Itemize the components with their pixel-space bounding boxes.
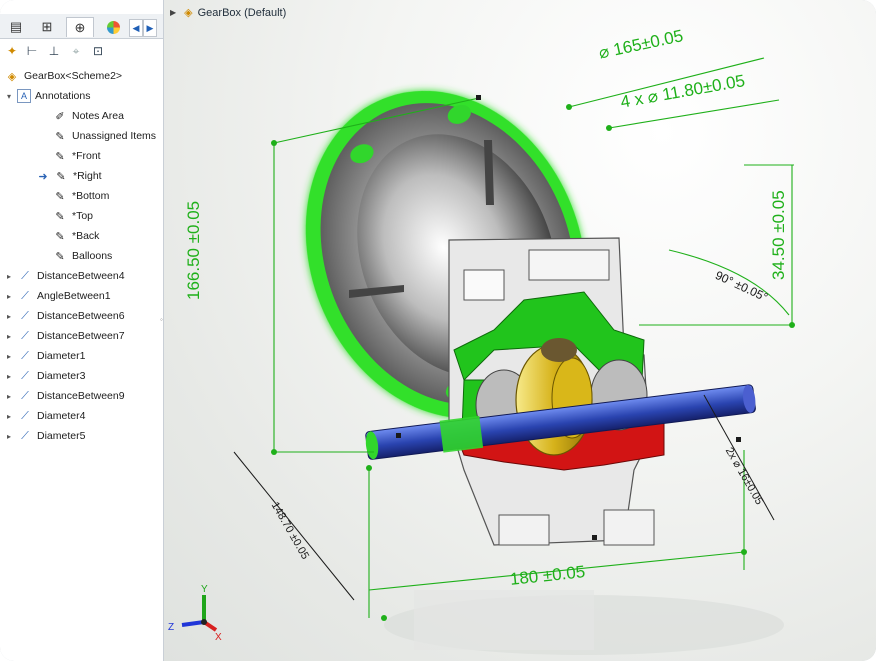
annotation-view-icon: ✎ xyxy=(55,130,65,143)
dimension-label: Diameter5 xyxy=(37,430,86,442)
annotation-view-icon: ✎ xyxy=(56,170,66,183)
dimension-offset[interactable]: 34.50 ±0.05 xyxy=(769,190,789,280)
tree-item-dimension[interactable]: ▸ ⟋ Diameter3 xyxy=(4,366,85,386)
property-manager-tab-icon[interactable]: ⊞ xyxy=(33,17,61,37)
auto-dimension-scheme-icon[interactable]: ✦ xyxy=(4,43,20,59)
manager-tabs: ▤ ⊞ ⊕ ◀ ▶ xyxy=(0,14,163,39)
annotation-item[interactable]: ✎ Unassigned Items xyxy=(52,126,156,146)
dimxpert-manager-tab-icon[interactable]: ⊕ xyxy=(66,17,94,37)
datum-icon[interactable]: ⊥ xyxy=(46,43,62,59)
dimension-label: DistanceBetween9 xyxy=(37,390,125,402)
annotations-label: Annotations xyxy=(35,90,91,102)
expand-icon[interactable]: ▸ xyxy=(4,352,14,361)
dimension-icon: ⟋ xyxy=(21,329,29,342)
dimension-label: AngleBetween1 xyxy=(37,290,111,302)
tree-item-dimension[interactable]: ▸ ⟋ DistanceBetween7 xyxy=(4,326,125,346)
tree-item-dimension[interactable]: ▸ ⟋ Diameter1 xyxy=(4,346,85,366)
tab-scroll-right-icon[interactable]: ▶ xyxy=(143,19,157,37)
housing-top xyxy=(528,249,610,281)
housing-foot xyxy=(603,509,655,546)
model-view: Y Z X xyxy=(168,57,795,655)
expand-icon[interactable]: ▸ xyxy=(4,372,14,381)
tree-item-dimension[interactable]: ▸ ⟋ DistanceBetween6 xyxy=(4,306,125,326)
tab-scroll-left-icon[interactable]: ◀ xyxy=(129,19,143,37)
tree-item-annotations[interactable]: ▾ A Annotations xyxy=(4,86,90,106)
tolerance-status-icon[interactable]: ⊡ xyxy=(90,43,106,59)
dimension-icon: ⟋ xyxy=(21,349,29,362)
dimension-label: Diameter3 xyxy=(37,370,86,382)
dimension-icon: ⟋ xyxy=(21,429,29,442)
annotation-item[interactable]: ✎ *Back xyxy=(52,226,99,246)
expand-icon[interactable]: ▸ xyxy=(4,392,14,401)
annotation-label: *Right xyxy=(73,170,102,182)
balloons-icon: ✎ xyxy=(55,250,65,263)
collapse-icon[interactable]: ▾ xyxy=(4,92,14,101)
expand-icon[interactable]: ▸ xyxy=(4,292,14,301)
annotation-item[interactable]: ✎ *Bottom xyxy=(52,186,109,206)
assembly-icon: ◈ xyxy=(7,70,17,83)
dimension-icon: ⟋ xyxy=(21,409,29,422)
shaft-highlight xyxy=(439,415,484,453)
size-dimension-icon[interactable]: ⊢ xyxy=(24,43,40,59)
dimxpert-toolbar: ✦ ⊢ ⊥ ⌖ ⊡ xyxy=(0,40,163,62)
y-axis-label: Y xyxy=(201,584,208,595)
annotation-label: *Bottom xyxy=(72,190,110,202)
notes-area-icon: ✐ xyxy=(55,110,65,123)
x-axis-label: X xyxy=(215,632,222,643)
tree-root[interactable]: ◈ GearBox<Scheme2> xyxy=(4,66,122,86)
annotation-item[interactable]: ✎ *Top xyxy=(52,206,93,226)
annotation-label: Notes Area xyxy=(72,110,124,122)
reflection-shape xyxy=(414,590,594,650)
annotation-label: *Back xyxy=(72,230,100,242)
annotation-view-icon: ✎ xyxy=(55,190,65,203)
annotation-item[interactable]: ✐ Notes Area xyxy=(52,106,124,126)
annotation-view-icon: ✎ xyxy=(55,210,65,223)
dimension-icon: ⟋ xyxy=(21,269,29,282)
feature-manager-tab-icon[interactable]: ▤ xyxy=(2,17,30,37)
dimension-label: DistanceBetween7 xyxy=(37,330,125,342)
display-manager-tab-icon[interactable] xyxy=(99,17,127,37)
annotation-label: *Front xyxy=(72,150,101,162)
tree-item-dimension[interactable]: ▸ ⟋ DistanceBetween4 xyxy=(4,266,125,286)
feature-manager-panel: ▤ ⊞ ⊕ ◀ ▶ ✦ ⊢ ⊥ ⌖ ⊡ ◈ GearBox<Scheme2> ▾… xyxy=(0,0,164,661)
expand-icon[interactable]: ▸ xyxy=(4,412,14,421)
geometric-tolerance-icon[interactable]: ⌖ xyxy=(68,43,84,59)
expand-icon[interactable]: ▸ xyxy=(4,332,14,341)
annotation-item[interactable]: ✎ *Front xyxy=(52,146,101,166)
housing-foot xyxy=(498,514,550,546)
dimension-height[interactable]: 166.50 ±0.05 xyxy=(184,201,204,300)
dimension-icon: ⟋ xyxy=(21,309,29,322)
tree-item-dimension[interactable]: ▸ ⟋ Diameter5 xyxy=(4,426,85,446)
view-triad[interactable]: Y Z X xyxy=(168,584,222,643)
active-view-arrow-icon: ➜ xyxy=(38,170,48,183)
annotation-view-icon: ✎ xyxy=(55,230,65,243)
annotation-label: *Top xyxy=(72,210,94,222)
dimension-label: Diameter1 xyxy=(37,350,86,362)
annotation-label: Unassigned Items xyxy=(72,130,157,142)
dimension-icon: ⟋ xyxy=(21,289,29,302)
dimension-label: DistanceBetween4 xyxy=(37,270,125,282)
annotation-item-active[interactable]: ➜ ✎ *Right xyxy=(37,166,102,186)
expand-icon[interactable]: ▸ xyxy=(4,272,14,281)
worm-gear xyxy=(541,338,577,362)
housing-block xyxy=(463,269,505,301)
annotations-folder-icon: A xyxy=(17,89,31,103)
annotation-view-icon: ✎ xyxy=(55,150,65,163)
tree-item-dimension[interactable]: ▸ ⟋ DistanceBetween9 xyxy=(4,386,125,406)
dimension-label: Diameter4 xyxy=(37,410,86,422)
z-axis-label: Z xyxy=(168,622,174,633)
expand-icon[interactable]: ▸ xyxy=(4,312,14,321)
tree-root-label: GearBox<Scheme2> xyxy=(24,70,123,82)
annotation-label: Balloons xyxy=(72,250,113,262)
dimension-icon: ⟋ xyxy=(21,389,29,402)
tree-item-dimension[interactable]: ▸ ⟋ AngleBetween1 xyxy=(4,286,111,306)
tree-item-dimension[interactable]: ▸ ⟋ Diameter4 xyxy=(4,406,85,426)
dimension-icon: ⟋ xyxy=(21,369,29,382)
graphics-area[interactable]: ▶ ◈ GearBox (Default) Y Z X ⌀ 165±0.05 4… xyxy=(164,0,876,661)
app-window: ▤ ⊞ ⊕ ◀ ▶ ✦ ⊢ ⊥ ⌖ ⊡ ◈ GearBox<Scheme2> ▾… xyxy=(0,0,876,661)
expand-icon[interactable]: ▸ xyxy=(4,432,14,441)
dimension-label: DistanceBetween6 xyxy=(37,310,125,322)
annotation-item[interactable]: ✎ Balloons xyxy=(52,246,112,266)
